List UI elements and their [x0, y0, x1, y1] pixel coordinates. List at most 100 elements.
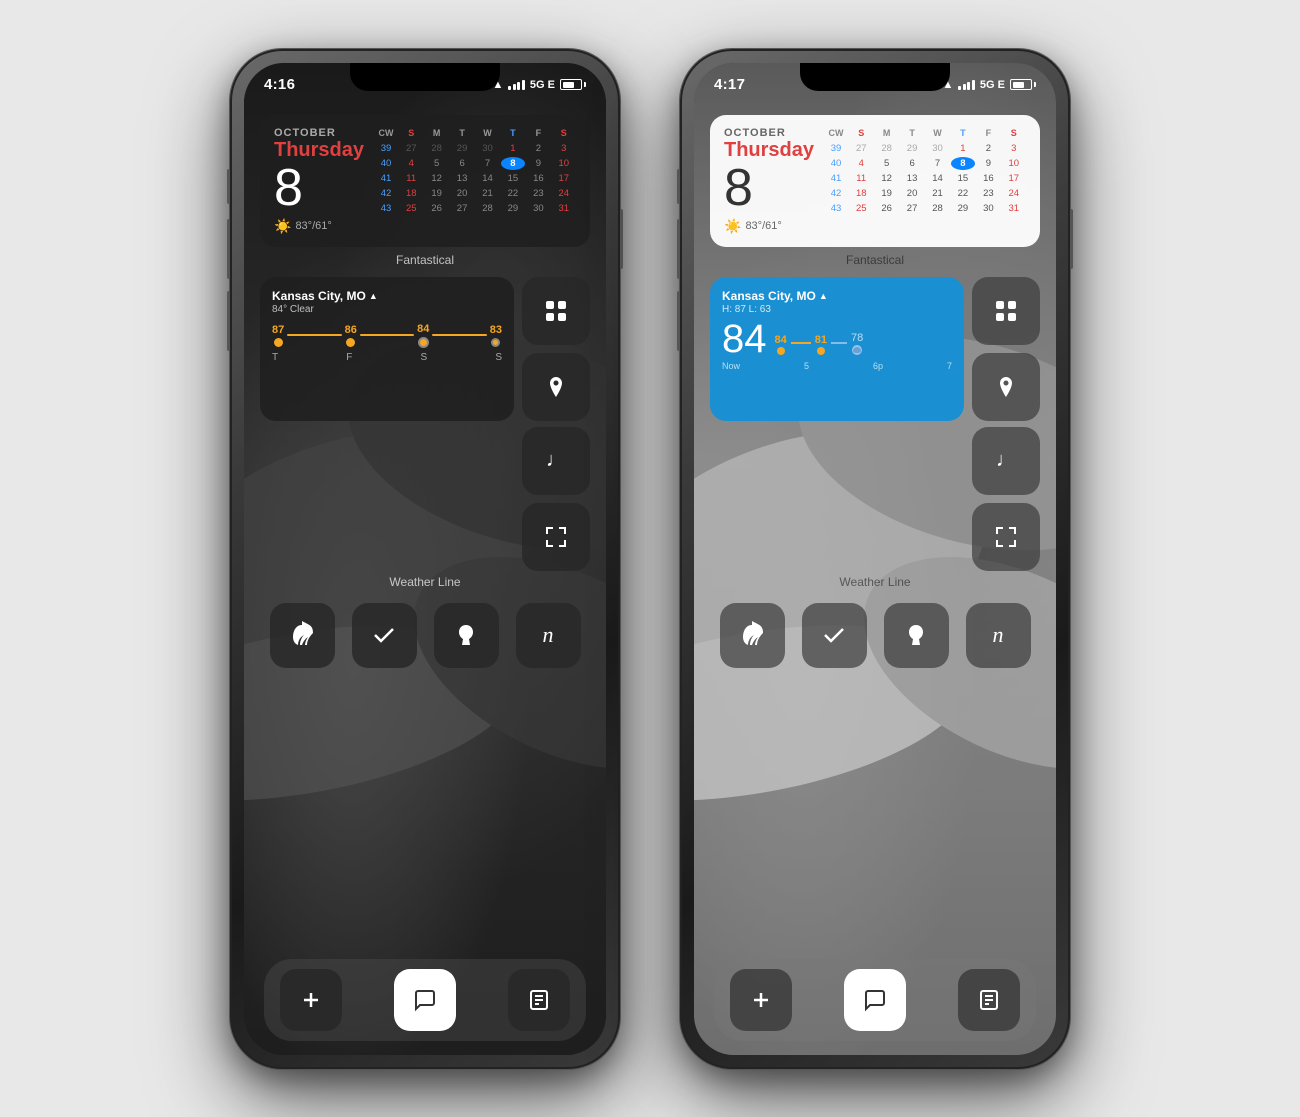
cal-row-41: 41 11 12 13 14 15 16 17	[374, 172, 576, 185]
signal-bars-1	[508, 80, 525, 90]
power-button-1	[620, 209, 623, 269]
mute-button-1	[227, 169, 230, 204]
power-button-2	[1070, 209, 1073, 269]
dock-plus-1[interactable]	[280, 969, 342, 1031]
cal-header-s: S	[399, 127, 423, 139]
dock-chat-2[interactable]	[844, 969, 906, 1031]
app-seed-1[interactable]	[434, 603, 499, 668]
status-time-1: 4:16	[264, 76, 295, 93]
maps-icon-btn-2[interactable]	[972, 353, 1040, 421]
cal-row-43: 43 25 26 27 28 29 30 31	[374, 202, 576, 215]
signal-bars-2	[958, 80, 975, 90]
cal-header-t1: T	[450, 127, 474, 139]
phone-screen-1: 4:16 ▲ 5G E OCTOBER Thursday	[244, 63, 606, 1055]
weatherline-label-1: Weather Line	[260, 575, 590, 589]
weather-city-2: Kansas City, MO ▲	[722, 289, 952, 303]
cal-row-39: 39 27 28 29 30 1 2 3	[374, 142, 576, 155]
cal-header-s2: S	[552, 127, 576, 139]
status-right-1: ▲ 5G E	[493, 79, 586, 91]
fantastical-label-2: Fantastical	[710, 253, 1040, 267]
cal-row-40b: 40 4 5 6 7 8 9 10	[824, 157, 1026, 170]
weather-subtitle-2: H: 87 L: 63	[722, 304, 952, 315]
volume-down-1	[227, 291, 230, 351]
app-grid-1: n	[260, 603, 590, 668]
cal-left-1: OCTOBER Thursday 8 ☀️ 83°/61°	[274, 127, 364, 235]
app-seed-2[interactable]	[884, 603, 949, 668]
cal-header-t2: T	[501, 127, 525, 139]
sun-icon-1: ☀️	[274, 218, 291, 235]
spacer-2	[710, 427, 964, 571]
maps-icon-btn-1[interactable]	[522, 353, 590, 421]
status-right-2: ▲ 5G E	[943, 79, 1036, 91]
second-icon-row-1: ♩	[260, 427, 590, 571]
cal-month-2: OCTOBER	[724, 127, 814, 139]
screen-icon-btn-1[interactable]	[522, 503, 590, 571]
arrow-icon-2: ▲	[819, 291, 828, 301]
icon-btn-col-2b: ♩	[972, 427, 1040, 571]
cal-day-number-1: 8	[274, 162, 364, 214]
app-check-2[interactable]	[802, 603, 867, 668]
volume-down-2	[677, 291, 680, 351]
cal-row-42b: 42 18 19 20 21 22 23 24	[824, 187, 1026, 200]
network-type-2: 5G E	[980, 79, 1005, 91]
dock-2	[694, 959, 1056, 1041]
weather-widget-1[interactable]: Kansas City, MO ▲ 84° Clear 87 86	[260, 277, 514, 421]
cal-month-1: OCTOBER	[274, 127, 364, 139]
app-notchify-1[interactable]: n	[516, 603, 581, 668]
weatherline-label-2: Weather Line	[710, 575, 1040, 589]
arrow-icon-1: ▲	[369, 291, 378, 301]
second-icon-row-2: ♩	[710, 427, 1040, 571]
app-notchify-2[interactable]: n	[966, 603, 1031, 668]
spacer-1	[260, 427, 514, 571]
dock-chat-1[interactable]	[394, 969, 456, 1031]
phone-1: 4:16 ▲ 5G E OCTOBER Thursday	[230, 49, 620, 1069]
weather-city-1: Kansas City, MO ▲	[272, 289, 502, 303]
cal-header-cw: CW	[374, 127, 398, 139]
cal-header-row-2: CW S M T W T F S	[824, 127, 1026, 139]
dock-notes-1[interactable]	[508, 969, 570, 1031]
dock-inner-1	[264, 959, 586, 1041]
cal-grid-2: CW S M T W T F S 39 27 28 29	[824, 127, 1026, 235]
app-check-1[interactable]	[352, 603, 417, 668]
battery-2	[1010, 79, 1036, 90]
cal-header-m: M	[424, 127, 448, 139]
weather-row-1: Kansas City, MO ▲ 84° Clear 87 86	[260, 277, 590, 421]
cal-header-f: F	[526, 127, 550, 139]
volume-up-1	[227, 219, 230, 279]
apps-icon-btn-1[interactable]	[522, 277, 590, 345]
screen-content-2: OCTOBER Thursday 8 ☀️ 83°/61° CW S M T W	[694, 107, 1056, 1055]
cal-row-43b: 43 25 26 27 28 29 30 31	[824, 202, 1026, 215]
calendar-widget-2[interactable]: OCTOBER Thursday 8 ☀️ 83°/61° CW S M T W	[710, 115, 1040, 247]
dock-1	[244, 959, 606, 1041]
status-time-2: 4:17	[714, 76, 745, 93]
weather-temp-1: 83°/61°	[295, 220, 331, 232]
notch-1	[350, 63, 500, 91]
apps-icon-btn-2[interactable]	[972, 277, 1040, 345]
cal-row-40: 40 4 5 6 7 8 9 10	[374, 157, 576, 170]
music-icon-btn-2[interactable]: ♩	[972, 427, 1040, 495]
icon-btn-col-1b: ♩	[522, 427, 590, 571]
dock-inner-2	[714, 959, 1036, 1041]
cal-grid-1: CW S M T W T F S 39 27 28 29	[374, 127, 576, 235]
volume-up-2	[677, 219, 680, 279]
weather-condition-1: 84° Clear	[272, 304, 502, 315]
dock-notes-2[interactable]	[958, 969, 1020, 1031]
forecast-visual-1: 87 86 84	[272, 323, 502, 348]
music-icon-btn-1[interactable]: ♩	[522, 427, 590, 495]
calendar-widget-1[interactable]: OCTOBER Thursday 8 ☀️ 83°/61° CW S M T W	[260, 115, 590, 247]
weather-row-2: Kansas City, MO ▲ H: 87 L: 63 84 84	[710, 277, 1040, 421]
cal-row-39b: 39 27 28 29 30 1 2 3	[824, 142, 1026, 155]
cal-left-2: OCTOBER Thursday 8 ☀️ 83°/61°	[724, 127, 814, 235]
phone-screen-2: 4:17 ▲ 5G E OCTOBER Thursday	[694, 63, 1056, 1055]
screen-icon-btn-2[interactable]	[972, 503, 1040, 571]
weather-times-1: TFSS	[272, 352, 502, 363]
app-leaf-2[interactable]	[720, 603, 785, 668]
cal-row-41b: 41 11 12 13 14 15 16 17	[824, 172, 1026, 185]
weather-widget-blue-2[interactable]: Kansas City, MO ▲ H: 87 L: 63 84 84	[710, 277, 964, 421]
cal-header-w: W	[475, 127, 499, 139]
big-temp-2: 84	[722, 319, 767, 359]
mini-forecast-2: 84 81 78	[775, 332, 864, 355]
dock-plus-2[interactable]	[730, 969, 792, 1031]
app-leaf-1[interactable]	[270, 603, 335, 668]
battery-1	[560, 79, 586, 90]
